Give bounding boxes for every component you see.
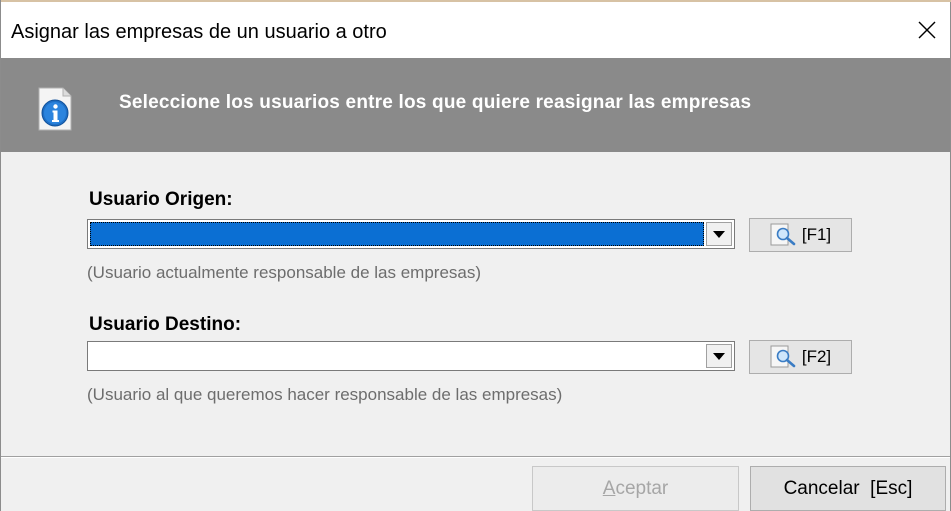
destination-user-value[interactable] — [90, 344, 704, 368]
destination-user-label: Usuario Destino: — [89, 314, 242, 335]
accept-button[interactable]: Aceptar — [532, 466, 739, 511]
banner-instruction: Seleccione los usuarios entre los que qu… — [119, 92, 752, 113]
close-icon — [918, 21, 936, 39]
title-bar: Asignar las empresas de un usuario a otr… — [1, 2, 950, 58]
destination-search-button[interactable]: [F2] — [749, 340, 852, 374]
magnifier-icon — [770, 223, 796, 246]
accept-label: ceptar — [615, 477, 669, 499]
cancel-button[interactable]: Cancelar [Esc] — [750, 466, 946, 511]
origin-search-label: [F1] — [801, 225, 832, 244]
dialog-window: Asignar las empresas de un usuario a otr… — [0, 0, 951, 511]
footer-divider-highlight — [1, 457, 950, 458]
cancel-label: Cancelar [Esc] — [783, 477, 913, 499]
destination-search-label: [F2] — [801, 347, 832, 366]
origin-user-value[interactable] — [90, 222, 704, 246]
destination-user-combobox[interactable] — [87, 341, 735, 371]
origin-user-label: Usuario Origen: — [89, 189, 233, 210]
destination-user-hint: (Usuario al que queremos hacer responsab… — [87, 385, 563, 404]
destination-dropdown-button[interactable] — [706, 344, 732, 368]
magnifier-icon — [770, 345, 796, 368]
chevron-down-icon — [713, 352, 725, 360]
origin-user-hint: (Usuario actualmente responsable de las … — [87, 263, 482, 282]
info-icon — [38, 87, 72, 131]
origin-dropdown-button[interactable] — [706, 222, 732, 246]
origin-user-combobox[interactable] — [87, 219, 735, 249]
accept-mnemonic: A — [602, 477, 616, 499]
origin-search-button[interactable]: [F1] — [749, 218, 852, 252]
window-title: Asignar las empresas de un usuario a otr… — [11, 21, 387, 43]
close-button[interactable] — [904, 2, 950, 58]
chevron-down-icon — [713, 230, 725, 238]
